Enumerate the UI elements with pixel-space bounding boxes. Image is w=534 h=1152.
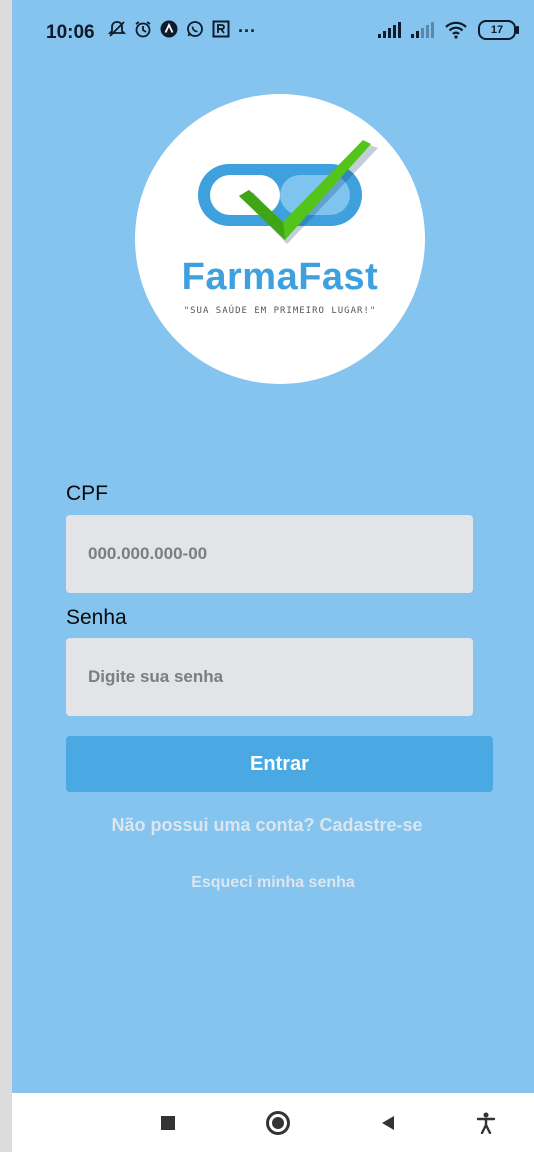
battery-icon: 17 — [478, 20, 519, 40]
app-logo: FarmaFast "SUA SAÚDE EM PRIMEIRO LUGAR!" — [135, 94, 425, 384]
password-label: Senha — [66, 606, 127, 629]
status-system-icons: 17 — [378, 20, 519, 40]
status-time: 10:06 — [46, 22, 95, 43]
recorder-icon — [212, 20, 230, 43]
battery-level: 17 — [490, 24, 504, 36]
accessibility-icon — [476, 1112, 496, 1134]
home-icon — [266, 1110, 290, 1135]
signup-link[interactable]: Não possui uma conta? Cadastre-se — [12, 815, 528, 836]
pill-check-icon — [198, 140, 378, 244]
signal-icon — [411, 22, 434, 38]
whatsapp-icon — [186, 20, 204, 43]
login-button[interactable]: Entrar — [66, 736, 493, 792]
forgot-password-link[interactable]: Esqueci minha senha — [12, 874, 534, 892]
brand-name: FarmaFast — [181, 256, 379, 298]
device-frame — [0, 0, 12, 1152]
accessibility-button[interactable] — [456, 1093, 516, 1152]
navigation-bar — [12, 1093, 534, 1152]
wifi-icon — [445, 21, 467, 39]
password-input[interactable] — [66, 638, 473, 716]
status-bar: 10:06 ··· 17 — [12, 0, 534, 64]
recents-button[interactable] — [138, 1093, 198, 1152]
alarm-icon — [134, 20, 152, 43]
back-icon — [382, 1115, 394, 1130]
home-button[interactable] — [248, 1093, 308, 1152]
cpf-label: CPF — [66, 482, 108, 505]
status-notification-icons: ··· — [107, 20, 256, 43]
back-button[interactable] — [358, 1093, 418, 1152]
app-icon — [160, 20, 178, 43]
cpf-input[interactable] — [66, 515, 473, 593]
mute-icon — [107, 20, 127, 43]
recents-icon — [161, 1115, 175, 1130]
brand-tagline: "SUA SAÚDE EM PRIMEIRO LUGAR!" — [183, 306, 377, 316]
app-screen: 10:06 ··· 17 FarmaFast "SUA SAÚDE EM PRI… — [12, 0, 534, 1152]
signal-icon — [378, 22, 401, 38]
more-notifications: ··· — [238, 21, 256, 41]
